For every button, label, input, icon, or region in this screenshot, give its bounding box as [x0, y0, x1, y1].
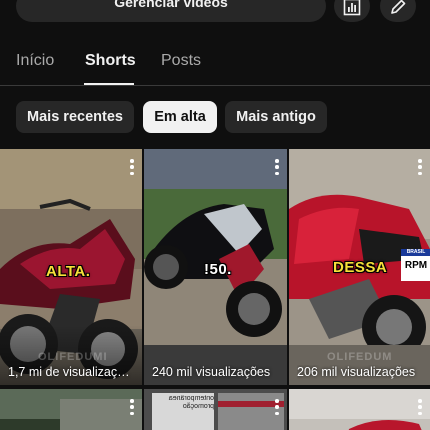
edit-button[interactable]: [380, 0, 416, 22]
chip-em-alta[interactable]: Em alta: [143, 101, 217, 133]
watermark-text: OLIFEDUM: [327, 351, 393, 363]
short-thumbnail[interactable]: DESSA BRASIL RPM OLIFEDUM 206 mil visual…: [289, 149, 430, 385]
tab-posts[interactable]: Posts: [161, 52, 201, 70]
short-view-count: 1,7 mi de visualizações: [8, 365, 136, 379]
selected-tab-indicator: [84, 83, 134, 85]
thumbnail-image: [0, 389, 142, 430]
more-options-icon[interactable]: [418, 399, 422, 415]
short-thumbnail[interactable]: ontemporânea promoção: [144, 389, 287, 430]
more-options-icon[interactable]: [275, 159, 279, 175]
more-options-icon[interactable]: [418, 159, 422, 175]
watermark-text: OLIFEDUMI: [38, 351, 108, 363]
short-thumbnail[interactable]: [0, 389, 142, 430]
tab-inicio[interactable]: Início: [16, 52, 54, 70]
short-overlay-text: ALTA.: [46, 263, 91, 280]
more-options-icon[interactable]: [130, 399, 134, 415]
more-options-icon[interactable]: [275, 399, 279, 415]
analytics-button[interactable]: [334, 0, 370, 22]
short-view-count: 240 mil visualizações: [152, 365, 271, 379]
analytics-icon: [343, 0, 361, 16]
license-plate-number: RPM: [404, 260, 428, 271]
short-thumbnail[interactable]: [289, 389, 430, 430]
shorts-grid: ALTA. OLIFEDUMI 1,7 mi de visualizações …: [0, 149, 430, 430]
short-overlay-text: DESSA: [333, 259, 388, 276]
short-thumbnail[interactable]: !50. 240 mil visualizações: [144, 149, 287, 385]
sort-chips: Mais recentes Em alta Mais antigo: [0, 101, 430, 133]
pencil-icon: [391, 0, 406, 14]
chip-mais-antigo[interactable]: Mais antigo: [225, 101, 327, 133]
short-thumbnail[interactable]: ALTA. OLIFEDUMI 1,7 mi de visualizações: [0, 149, 142, 385]
thumbnail-image: [289, 389, 430, 430]
more-options-icon[interactable]: [130, 159, 134, 175]
sign-text: ontemporânea promoção: [168, 395, 214, 410]
short-overlay-text: !50.: [204, 261, 232, 278]
license-plate-country: BRASIL: [406, 249, 426, 255]
tab-shorts[interactable]: Shorts: [85, 52, 136, 70]
chip-mais-recentes[interactable]: Mais recentes: [16, 101, 134, 133]
channel-tabs: Início Shorts Posts: [0, 50, 430, 86]
manage-videos-button[interactable]: Gerenciar vídeos: [16, 0, 326, 22]
channel-actions-row: Gerenciar vídeos: [0, 0, 430, 22]
short-view-count: 206 mil visualizações: [297, 365, 416, 379]
